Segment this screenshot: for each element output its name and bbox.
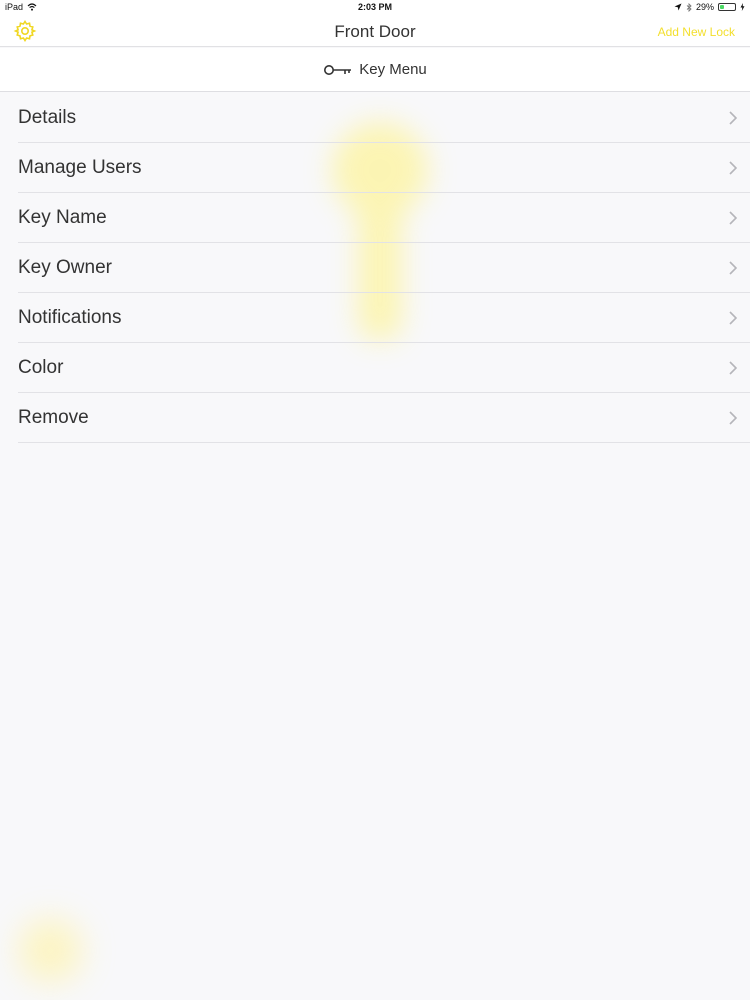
menu-item-label: Key Owner — [18, 257, 112, 278]
key-menu-label: Key Menu — [359, 61, 427, 78]
status-time: 2:03 PM — [357, 2, 392, 12]
location-arrow-icon — [674, 3, 682, 11]
key-menu-header: Key Menu — [0, 48, 750, 92]
chevron-right-icon — [729, 361, 738, 375]
menu-item-key-owner[interactable]: Key Owner — [0, 243, 750, 293]
key-menu-list: Details Manage Users Key Name Key Owner … — [0, 93, 750, 443]
menu-item-label: Details — [18, 107, 77, 128]
bluetooth-icon — [686, 2, 692, 12]
menu-item-label: Color — [18, 357, 64, 378]
menu-item-label: Key Name — [18, 207, 107, 228]
menu-item-details[interactable]: Details — [0, 93, 750, 143]
menu-item-label: Remove — [18, 407, 89, 428]
menu-item-remove[interactable]: Remove — [0, 393, 750, 443]
chevron-right-icon — [729, 111, 738, 125]
battery-icon — [718, 3, 736, 11]
status-bar: iPad 2:03 PM 29% — [0, 0, 750, 16]
screen: iPad 2:03 PM 29% Front Door Add New Lock… — [0, 0, 750, 1000]
menu-item-manage-users[interactable]: Manage Users — [0, 143, 750, 193]
chevron-right-icon — [729, 411, 738, 425]
chevron-right-icon — [729, 311, 738, 325]
menu-item-label: Manage Users — [18, 157, 142, 178]
menu-item-color[interactable]: Color — [0, 343, 750, 393]
menu-item-key-name[interactable]: Key Name — [0, 193, 750, 243]
menu-item-label: Notifications — [18, 307, 122, 328]
key-icon — [324, 64, 352, 75]
battery-level — [720, 5, 724, 9]
chevron-right-icon — [729, 161, 738, 175]
battery-percent: 29% — [695, 2, 714, 12]
chevron-right-icon — [729, 211, 738, 225]
page-title: Front Door — [334, 22, 416, 41]
glow-decoration — [18, 918, 83, 983]
charging-icon — [740, 3, 745, 11]
chevron-right-icon — [729, 261, 738, 275]
status-right: 29% — [674, 2, 745, 12]
add-new-lock-button[interactable]: Add New Lock — [658, 25, 735, 39]
navigation-bar: Front Door Add New Lock — [0, 16, 750, 47]
menu-item-notifications[interactable]: Notifications — [0, 293, 750, 343]
